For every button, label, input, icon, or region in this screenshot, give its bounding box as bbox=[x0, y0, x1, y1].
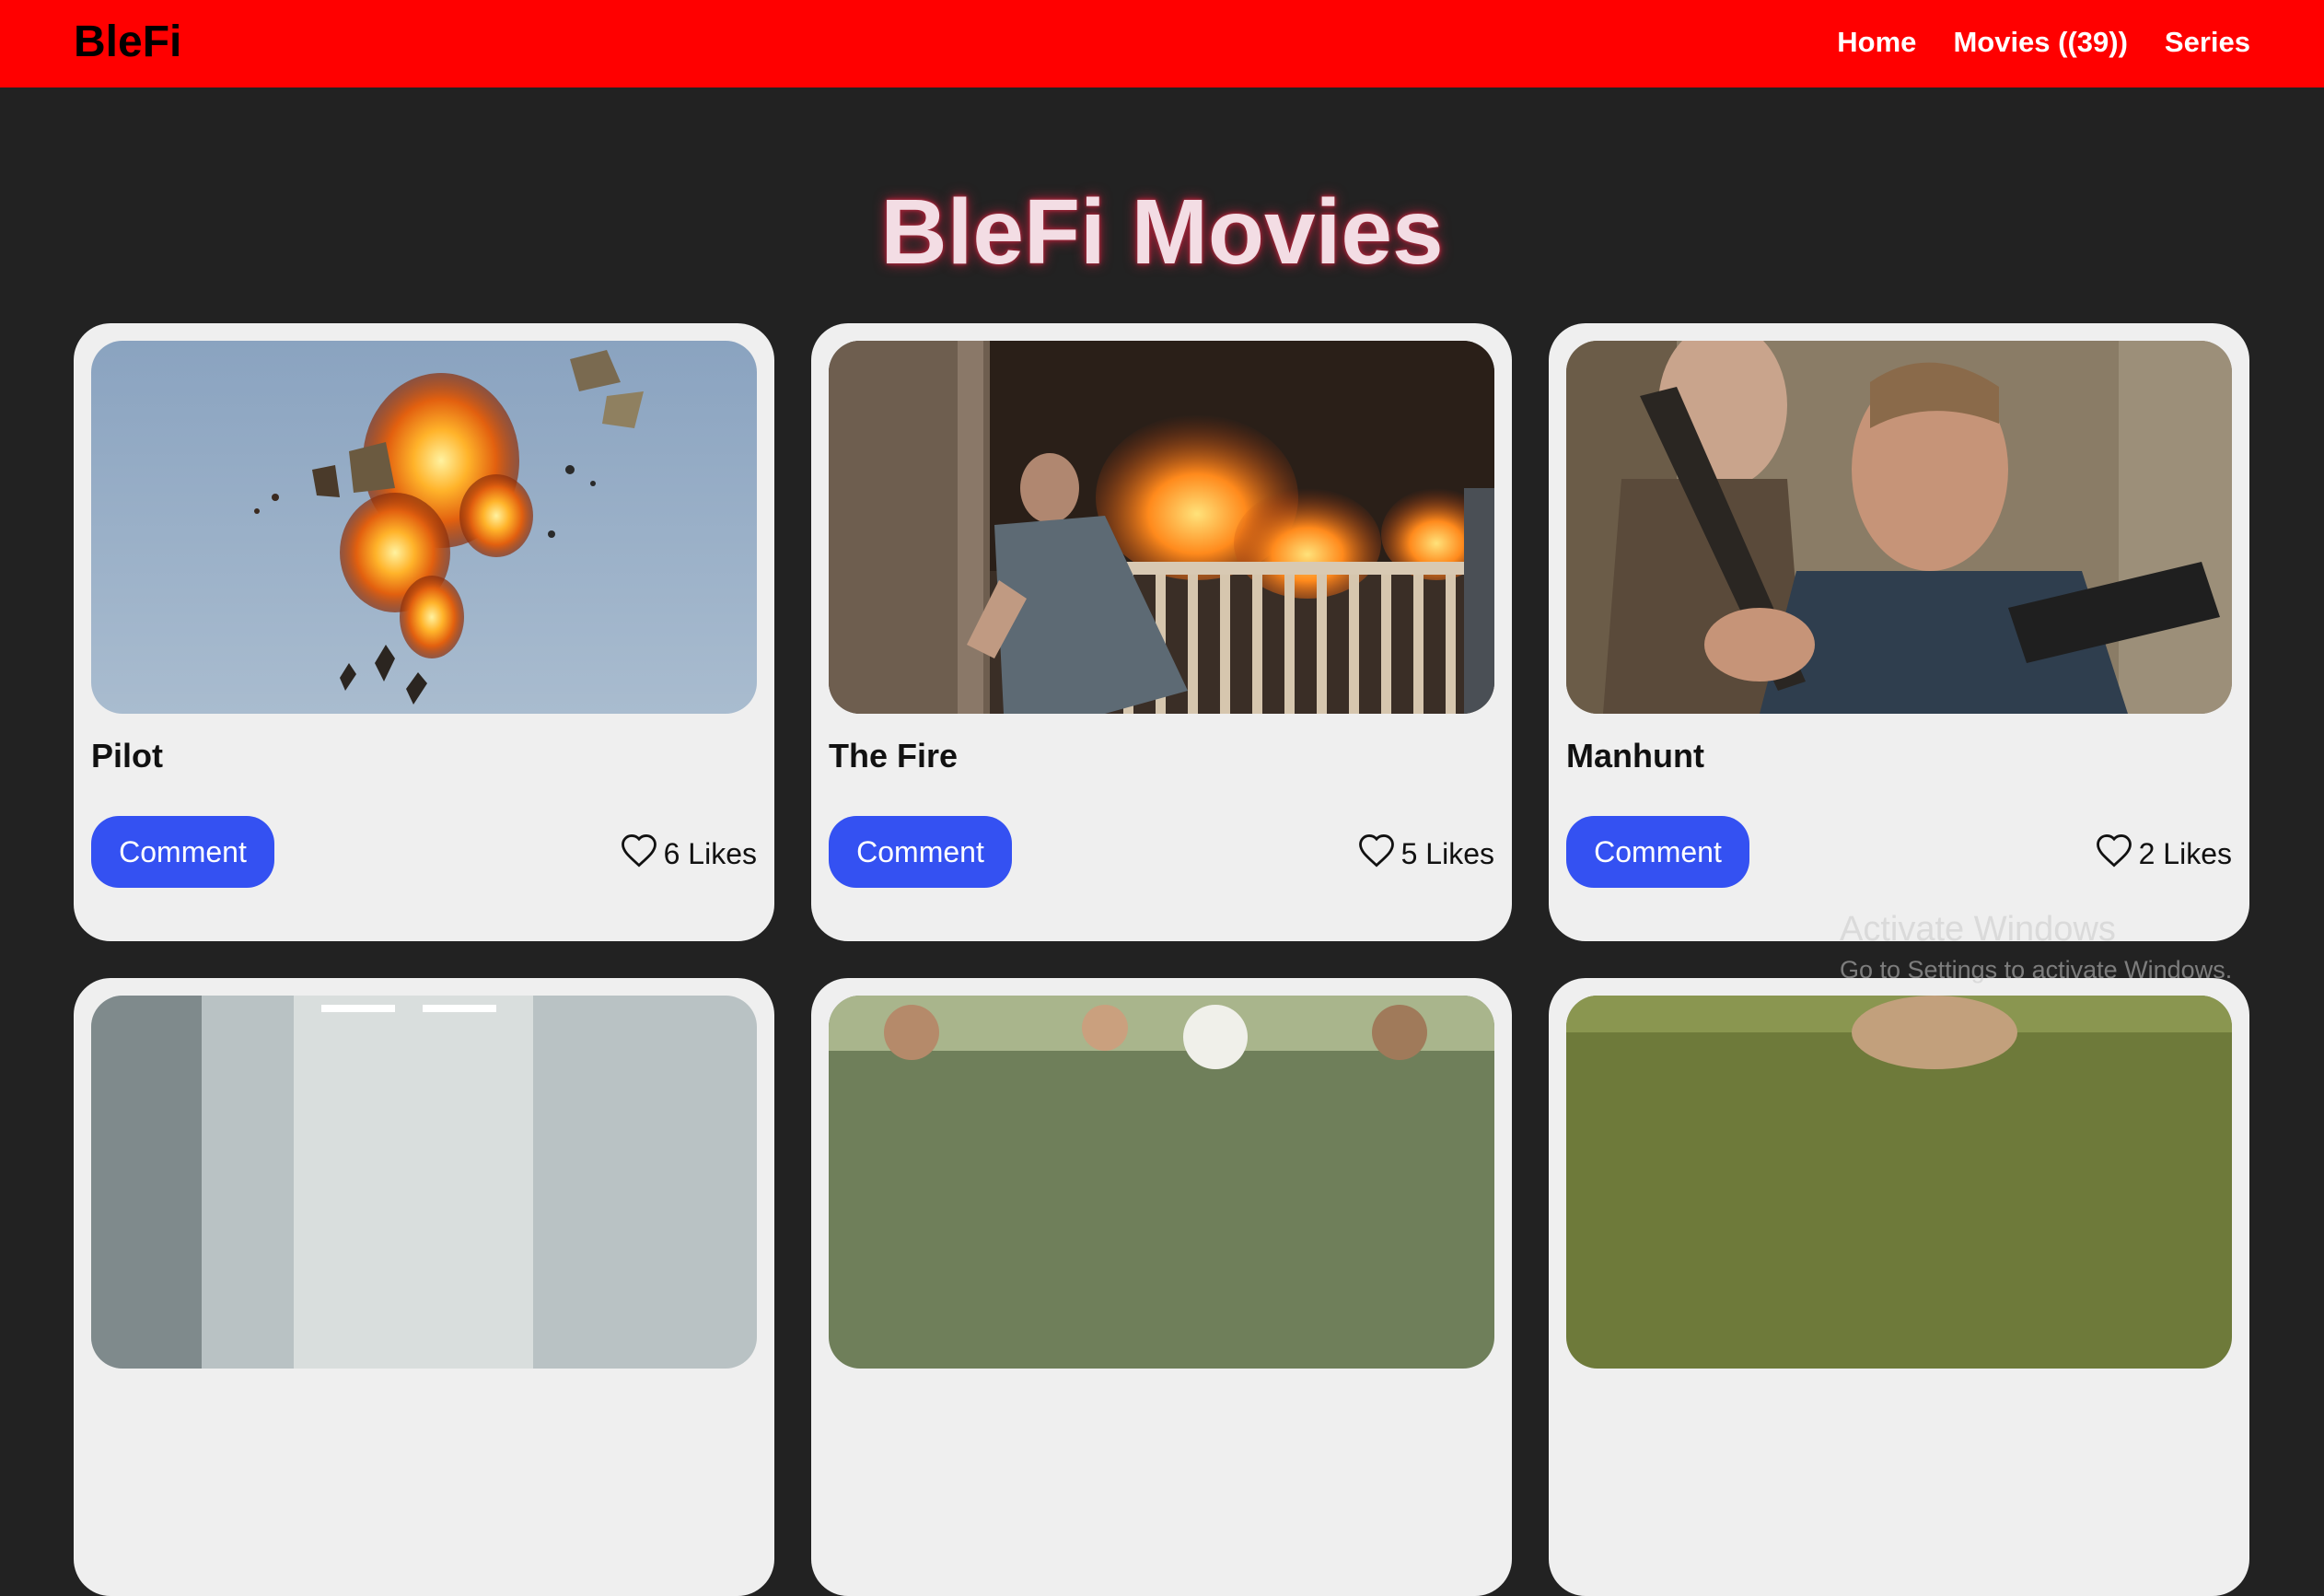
like-count: 5 Likes bbox=[1400, 837, 1494, 870]
movie-card: Manhunt Comment 2 Likes bbox=[1549, 323, 2249, 941]
page-title: BleFi Movies bbox=[880, 181, 1444, 284]
explosion-image bbox=[91, 341, 757, 714]
movie-title: Pilot bbox=[91, 737, 163, 775]
nav-link-series[interactable]: Series bbox=[2165, 22, 2250, 63]
movie-thumbnail[interactable] bbox=[829, 996, 1494, 1369]
brand-logo[interactable]: BleFi bbox=[74, 17, 181, 67]
movie-title: Manhunt bbox=[1566, 737, 1704, 775]
heart-icon[interactable] bbox=[2095, 832, 2133, 868]
like-control[interactable]: 2 Likes bbox=[2095, 828, 2232, 872]
movie-thumbnail[interactable] bbox=[829, 341, 1494, 714]
movie-thumbnail[interactable] bbox=[91, 996, 757, 1369]
park-image bbox=[1566, 996, 2232, 1369]
comment-button[interactable]: Comment bbox=[1566, 816, 1749, 888]
nav-link-movies[interactable]: Movies ((39)) bbox=[1953, 22, 2127, 63]
crowd-image bbox=[829, 996, 1494, 1369]
comment-button[interactable]: Comment bbox=[91, 816, 274, 888]
heart-icon[interactable] bbox=[620, 832, 658, 868]
nav-link-home[interactable]: Home bbox=[1837, 22, 1916, 63]
main-nav: Home Movies ((39)) Series bbox=[1837, 22, 2250, 63]
like-count: 6 Likes bbox=[663, 837, 757, 870]
fire-scene-image bbox=[829, 341, 1494, 714]
heart-icon[interactable] bbox=[1357, 832, 1396, 868]
movie-card: Pilot Comment 6 Likes bbox=[74, 323, 774, 941]
top-navbar: BleFi Home Movies ((39)) Series bbox=[0, 0, 2324, 87]
movie-card bbox=[1549, 978, 2249, 1596]
like-control[interactable]: 6 Likes bbox=[620, 828, 757, 872]
corridor-image bbox=[91, 996, 757, 1369]
movie-thumbnail[interactable] bbox=[1566, 996, 2232, 1369]
movie-card bbox=[74, 978, 774, 1596]
movie-card: The Fire Comment 5 Likes bbox=[811, 323, 1512, 941]
like-control[interactable]: 5 Likes bbox=[1357, 828, 1494, 872]
movie-thumbnail[interactable] bbox=[91, 341, 757, 714]
movie-thumbnail[interactable] bbox=[1566, 341, 2232, 714]
movie-card bbox=[811, 978, 1512, 1596]
like-count: 2 Likes bbox=[2138, 837, 2232, 870]
comment-button[interactable]: Comment bbox=[829, 816, 1012, 888]
movie-title: The Fire bbox=[829, 737, 959, 775]
forest-men-image bbox=[1566, 341, 2232, 714]
movie-grid: Pilot Comment 6 Likes The Fire Comment 5… bbox=[74, 323, 2250, 1596]
